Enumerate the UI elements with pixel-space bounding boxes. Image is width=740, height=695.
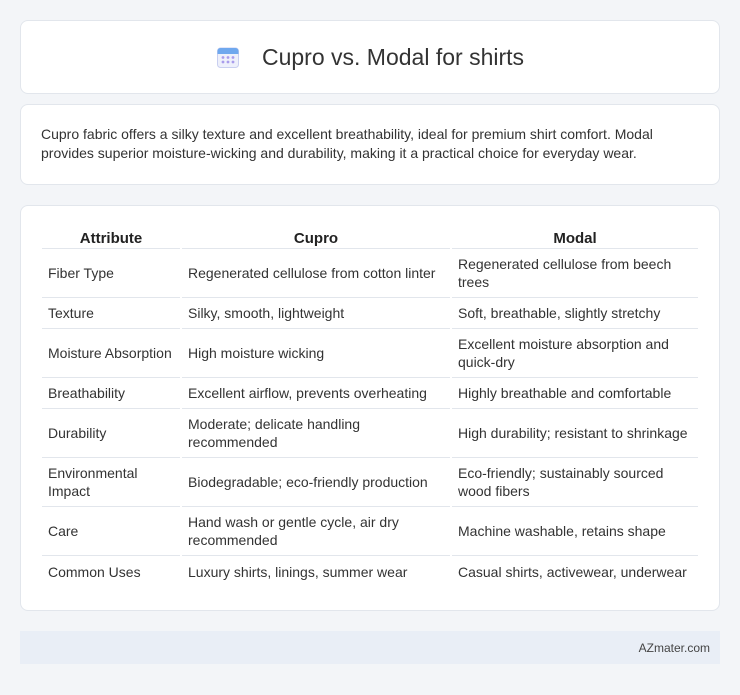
attribute-cell: Moisture Absorption — [42, 329, 180, 378]
cupro-cell: Moderate; delicate handling recommended — [182, 409, 450, 458]
modal-cell: Regenerated cellulose from beech trees — [452, 249, 698, 298]
column-header-cupro: Cupro — [182, 226, 450, 249]
modal-cell: Eco-friendly; sustainably sourced wood f… — [452, 458, 698, 507]
footer-brand[interactable]: AZmater.com — [639, 641, 710, 655]
table-row: Breathability Excellent airflow, prevent… — [42, 378, 698, 409]
cupro-cell: Hand wash or gentle cycle, air dry recom… — [182, 507, 450, 556]
cupro-cell: Luxury shirts, linings, summer wear — [188, 563, 408, 580]
modal-cell: Excellent moisture absorption and quick-… — [452, 329, 698, 378]
attribute-cell: Fiber Type — [42, 249, 180, 298]
comparison-card: Attribute Cupro Modal Fiber Type Regener… — [20, 205, 720, 611]
summary-card: Cupro fabric offers a silky texture and … — [20, 104, 720, 185]
modal-cell: Soft, breathable, slightly stretchy — [452, 298, 698, 329]
modal-cell: Machine washable, retains shape — [452, 507, 698, 556]
table-row: Texture Silky, smooth, lightweight Soft,… — [42, 298, 698, 329]
cupro-cell: Excellent airflow, prevents overheating — [182, 378, 450, 409]
table-row: Environmental Impact Biodegradable; eco-… — [42, 458, 698, 507]
table-row: Moisture Absorption High moisture wickin… — [42, 329, 698, 378]
modal-cell: High durability; resistant to shrinkage — [452, 409, 698, 458]
attribute-cell: Breathability — [42, 378, 180, 409]
attribute-cell: Common Uses — [48, 563, 141, 580]
table-row: Common Uses Luxury shirts, linings, summ… — [42, 556, 698, 587]
table-row: Fiber Type Regenerated cellulose from co… — [42, 249, 698, 298]
table-row: Care Hand wash or gentle cycle, air dry … — [42, 507, 698, 556]
modal-cell: Highly breathable and comfortable — [452, 378, 698, 409]
cupro-cell: Silky, smooth, lightweight — [182, 298, 450, 329]
comparison-table: Attribute Cupro Modal Fiber Type Regener… — [40, 226, 700, 587]
cupro-cell: Regenerated cellulose from cotton linter — [182, 249, 450, 298]
cupro-cell: High moisture wicking — [182, 329, 450, 378]
attribute-cell: Durability — [42, 409, 180, 458]
attribute-cell: Texture — [42, 298, 180, 329]
page-title: Cupro vs. Modal for shirts — [261, 43, 525, 70]
summary-text: Cupro fabric offers a silky texture and … — [41, 126, 653, 161]
column-header-attribute: Attribute — [42, 226, 180, 249]
title-card: Cupro vs. Modal for shirts — [20, 20, 720, 94]
column-header-modal: Modal — [452, 226, 698, 249]
attribute-cell: Care — [42, 507, 180, 556]
table-row: Durability Moderate; delicate handling r… — [42, 409, 698, 458]
calendar-icon — [216, 45, 240, 69]
title-wrap: Cupro vs. Modal for shirts — [216, 44, 524, 71]
modal-cell: Casual shirts, activewear, underwear — [458, 563, 687, 580]
attribute-cell: Environmental Impact — [42, 458, 180, 507]
footer: AZmater.com — [20, 631, 720, 664]
cupro-cell: Biodegradable; eco-friendly production — [182, 458, 450, 507]
table-header-row: Attribute Cupro Modal — [42, 226, 698, 249]
